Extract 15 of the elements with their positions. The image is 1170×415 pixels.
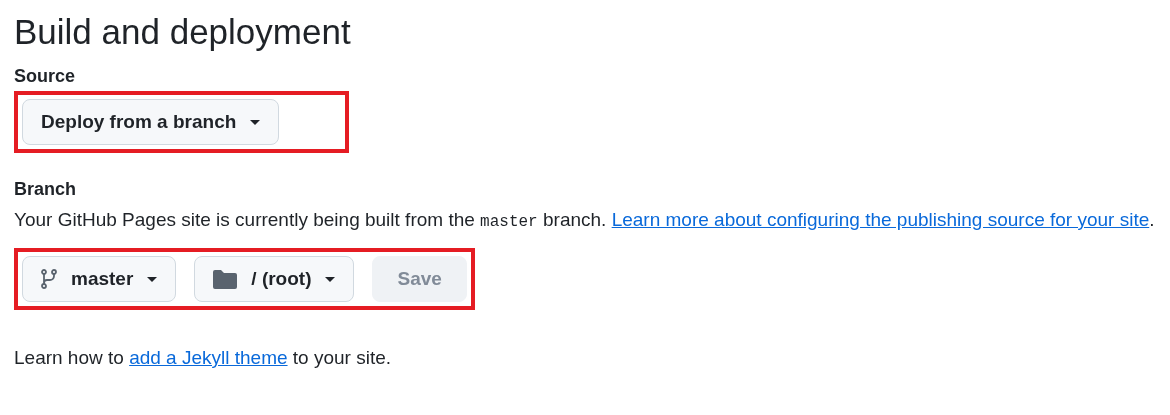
jekyll-theme-text: Learn how to add a Jekyll theme to your site. (14, 346, 393, 370)
page-heading: Build and deployment (14, 11, 352, 53)
folder-icon (213, 269, 238, 289)
branch-description: Your GitHub Pages site is currently being built from the master branch. Learn more about configuring the publishing source for your site. (14, 208, 1156, 233)
branch-icon (41, 269, 57, 289)
caret-icon (325, 276, 336, 282)
caret-icon (250, 119, 261, 125)
source-dropdown[interactable]: Deploy from a branch (22, 99, 280, 145)
section-label: Branch (14, 179, 76, 200)
section-label: Source (14, 66, 76, 87)
branch-dropdown[interactable]: master (22, 256, 177, 302)
caret-icon (147, 276, 158, 282)
jekyll-theme-link[interactable]: add a Jekyll theme (129, 347, 288, 368)
folder-dropdown[interactable]: / (root) (194, 256, 355, 302)
learn-more-link[interactable]: Learn more about configuring the publishing source for your site (611, 209, 1150, 230)
